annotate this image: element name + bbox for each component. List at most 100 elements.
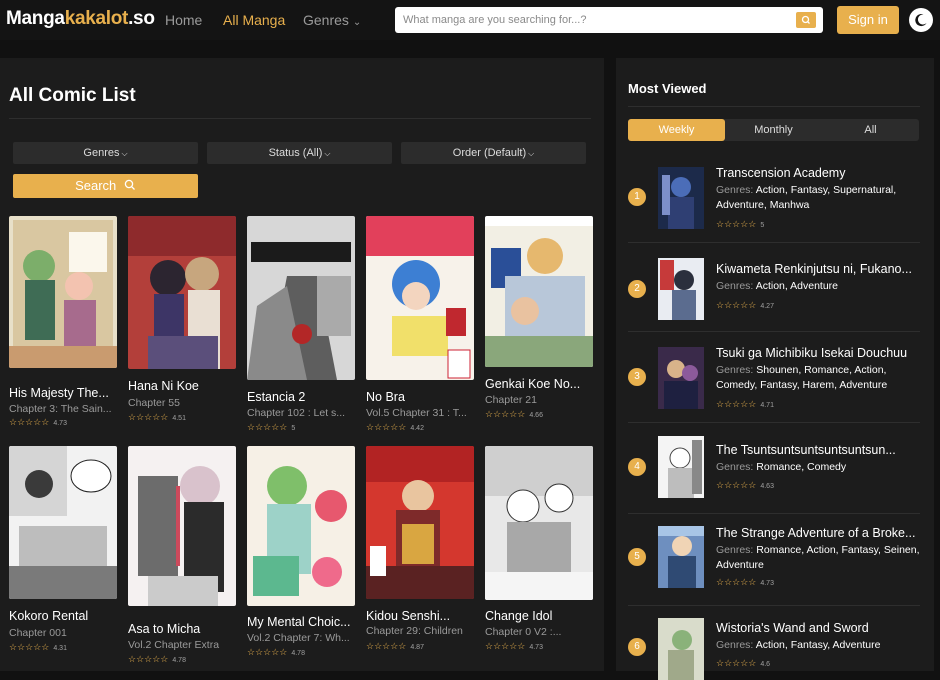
comic-chapter[interactable]: Chapter 21 xyxy=(485,394,595,406)
most-viewed-cover[interactable] xyxy=(658,347,704,409)
rating-value: 4.73 xyxy=(529,644,543,651)
most-viewed-genres: Genres: Action, Fantasy, Adventure xyxy=(716,638,920,653)
status-filter-label: Status (All) xyxy=(268,147,323,159)
rank-badge: 5 xyxy=(628,548,646,566)
rating-value: 4.42 xyxy=(410,425,424,432)
search-bar xyxy=(395,7,823,33)
comic-title[interactable]: Kokoro Rental xyxy=(9,609,119,623)
divider xyxy=(628,106,920,107)
comic-rating: ☆☆☆☆☆ 4.73 xyxy=(9,417,67,427)
comic-cover[interactable] xyxy=(366,446,474,599)
star-icon: ☆☆☆☆☆ xyxy=(485,641,526,651)
sign-in-button[interactable]: Sign in xyxy=(837,6,899,34)
search-input[interactable] xyxy=(403,7,783,33)
most-viewed-title[interactable]: Wistoria's Wand and Sword xyxy=(716,621,920,635)
rating-value: 4.78 xyxy=(172,657,186,664)
comic-title[interactable]: His Majesty The... xyxy=(9,386,119,400)
search-button[interactable] xyxy=(796,12,816,28)
star-icon: ☆☆☆☆☆ xyxy=(716,300,757,310)
comic-title[interactable]: Kidou Senshi... xyxy=(366,609,476,623)
comic-cover[interactable] xyxy=(128,216,236,369)
comic-chapter[interactable]: Chapter 0 V2 :... xyxy=(485,626,595,638)
rating-value: 4.87 xyxy=(410,644,424,651)
star-icon: ☆☆☆☆☆ xyxy=(716,219,757,229)
tab-weekly[interactable]: Weekly xyxy=(628,119,725,141)
most-viewed-title[interactable]: Kiwameta Renkinjutsu ni, Fukano... xyxy=(716,262,920,276)
page-title: All Comic List xyxy=(9,85,136,106)
search-filter-button[interactable]: Search xyxy=(13,174,198,198)
most-viewed-cover[interactable] xyxy=(658,436,704,498)
most-viewed-rating: ☆☆☆☆☆ 4.6 xyxy=(716,658,770,669)
comic-cover[interactable] xyxy=(9,446,117,599)
star-icon: ☆☆☆☆☆ xyxy=(716,658,757,668)
comic-list-panel: All Comic List Genres ⌵ Status (All) ⌵ Ord… xyxy=(0,58,604,671)
comic-chapter[interactable]: Vol.2 Chapter Extra xyxy=(128,639,238,651)
comic-cover[interactable] xyxy=(366,216,474,380)
comic-chapter[interactable]: Chapter 55 xyxy=(128,397,238,409)
comic-chapter[interactable]: Chapter 102 : Let s... xyxy=(247,407,357,419)
comic-title[interactable]: Estancia 2 xyxy=(247,390,357,404)
star-icon: ☆☆☆☆☆ xyxy=(366,422,407,432)
nav-all-manga[interactable]: All Manga xyxy=(223,12,285,28)
rating-value: 4.51 xyxy=(172,415,186,422)
rating-value: 4.71 xyxy=(760,402,774,409)
most-viewed-title[interactable]: Transcension Academy xyxy=(716,166,920,180)
order-filter-label: Order (Default) xyxy=(452,147,527,159)
comic-rating: ☆☆☆☆☆ 4.31 xyxy=(9,642,67,652)
nav-home[interactable]: Home xyxy=(165,12,202,28)
comic-title[interactable]: No Bra xyxy=(366,390,476,404)
nav-genres[interactable]: Genres ⌄ xyxy=(303,12,361,28)
most-viewed-title[interactable]: Tsuki ga Michibiku Isekai Douchuu xyxy=(716,346,920,360)
most-viewed-genres: Genres: Romance, Action, Fantasy, Seinen… xyxy=(716,543,920,573)
comic-title[interactable]: Genkai Koe No... xyxy=(485,377,595,391)
rating-value: 4.66 xyxy=(529,412,543,419)
comic-rating: ☆☆☆☆☆ 4.42 xyxy=(366,422,424,432)
genres-value: Romance, Comedy xyxy=(756,461,847,473)
comic-cover[interactable] xyxy=(485,216,593,367)
comic-chapter[interactable]: Chapter 3: The Sain... xyxy=(9,403,119,415)
star-icon: ☆☆☆☆☆ xyxy=(247,422,288,432)
star-icon: ☆☆☆☆☆ xyxy=(366,641,407,651)
tab-monthly[interactable]: Monthly xyxy=(725,119,822,141)
most-viewed-title[interactable]: The Strange Adventure of a Broke... xyxy=(716,526,920,540)
comic-title[interactable]: Change Idol xyxy=(485,609,595,623)
comic-title[interactable]: Asa to Micha xyxy=(128,622,238,636)
dark-mode-toggle[interactable] xyxy=(909,8,933,32)
comic-cover[interactable] xyxy=(128,446,236,606)
comic-chapter[interactable]: Chapter 29: Children xyxy=(366,625,476,637)
star-icon: ☆☆☆☆☆ xyxy=(9,642,50,652)
genres-filter[interactable]: Genres ⌵ xyxy=(13,142,198,164)
most-viewed-cover[interactable] xyxy=(658,167,704,229)
comic-chapter[interactable]: Vol.2 Chapter 7: Wh... xyxy=(247,632,357,644)
chevron-down-icon: ⌄ xyxy=(352,17,362,28)
search-icon xyxy=(124,179,135,190)
comic-cover[interactable] xyxy=(9,216,117,368)
genres-label: Genres: xyxy=(716,639,754,651)
most-viewed-title[interactable]: The Tsuntsuntsuntsuntsuntsun... xyxy=(716,443,920,457)
comic-rating: ☆☆☆☆☆ 4.66 xyxy=(485,409,543,419)
comic-cover[interactable] xyxy=(247,216,355,380)
most-viewed-cover[interactable] xyxy=(658,526,704,588)
comic-title[interactable]: Hana Ni Koe xyxy=(128,379,238,393)
logo-main: Manga xyxy=(6,8,65,29)
tab-all[interactable]: All xyxy=(822,119,919,141)
star-icon: ☆☆☆☆☆ xyxy=(128,654,169,664)
genres-label: Genres: xyxy=(716,461,754,473)
star-icon: ☆☆☆☆☆ xyxy=(247,647,288,657)
divider xyxy=(9,118,591,119)
most-viewed-title: Most Viewed xyxy=(628,81,707,96)
most-viewed-rating: ☆☆☆☆☆ 5 xyxy=(716,219,764,230)
status-filter[interactable]: Status (All) ⌵ xyxy=(207,142,392,164)
rating-value: 5 xyxy=(291,425,296,432)
comic-title[interactable]: My Mental Choic... xyxy=(247,615,357,629)
rank-badge: 6 xyxy=(628,638,646,656)
most-viewed-cover[interactable] xyxy=(658,258,704,320)
site-logo[interactable]: Mangakakalot.so xyxy=(6,8,155,30)
comic-chapter[interactable]: Chapter 001 xyxy=(9,627,119,639)
comic-cover[interactable] xyxy=(247,446,355,606)
order-filter[interactable]: Order (Default) ⌵ xyxy=(401,142,586,164)
comic-rating: ☆☆☆☆☆ 4.87 xyxy=(366,641,424,651)
comic-cover[interactable] xyxy=(485,446,593,600)
rating-value: 4.6 xyxy=(760,661,771,668)
comic-chapter[interactable]: Vol.5 Chapter 31 : T... xyxy=(366,407,476,419)
